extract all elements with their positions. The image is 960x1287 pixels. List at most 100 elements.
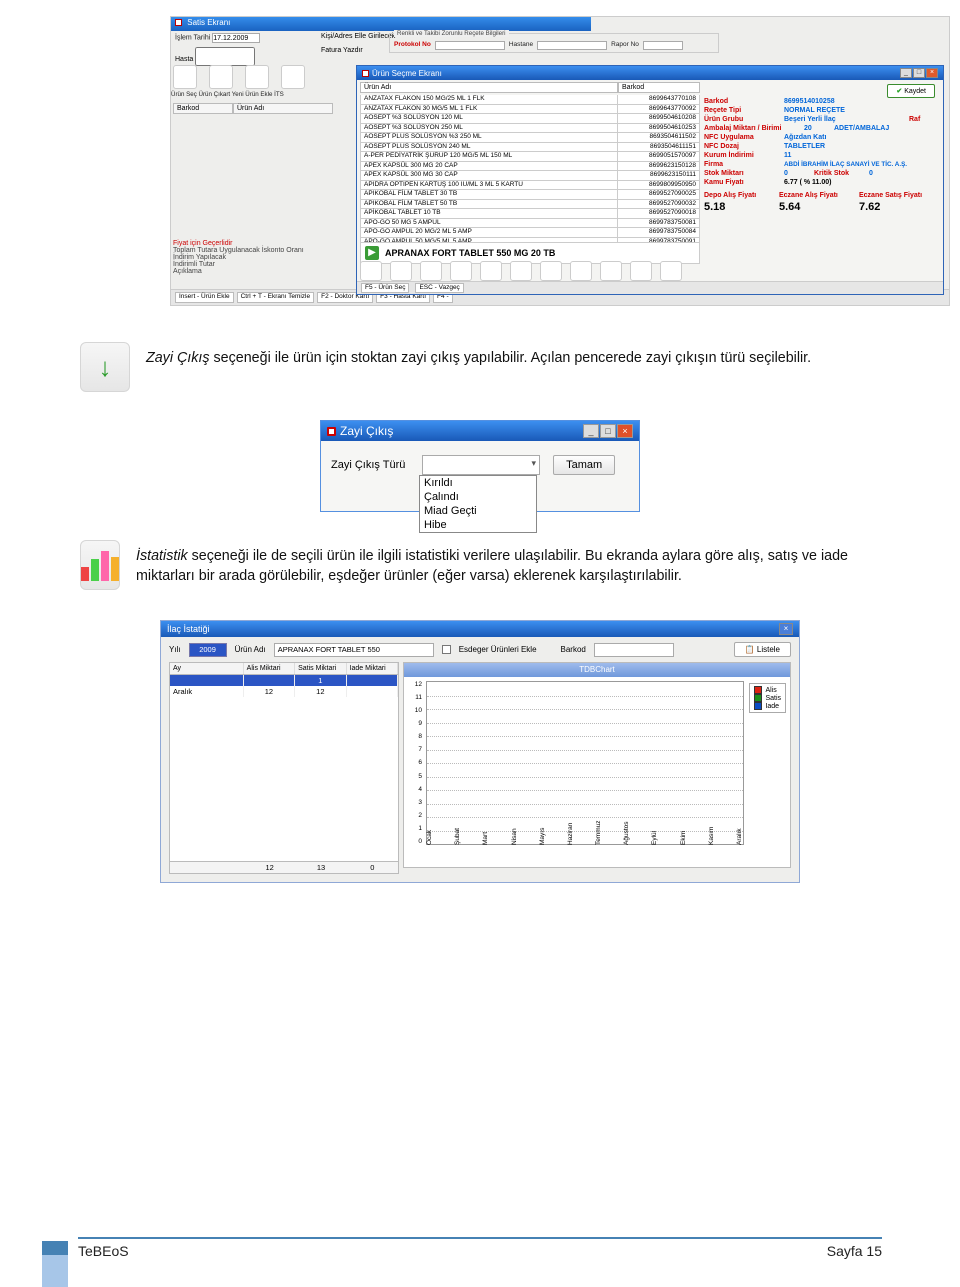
arrow-right-icon: ▶ [365,246,379,260]
maximize-icon[interactable]: □ [600,424,616,438]
eczane-satis-fiyati: 7.62 [859,201,880,213]
minimize-icon[interactable]: _ [900,68,912,78]
urun-adi-field[interactable]: APRANAX FORT TABLET 550 [274,643,434,657]
ilac-istatigi-titlebar: İlaç İstatiği × [161,621,799,637]
table-row: 1 [170,675,398,686]
list-item[interactable]: ANZATAX FLAKON 30 MG/5 ML 1 FLK869964377… [360,105,700,115]
urun-cikart-icon[interactable] [209,65,233,89]
esdeger-checkbox[interactable] [442,645,451,654]
islem-tarihi-input[interactable] [212,33,260,43]
tool-icon-1[interactable] [360,261,382,281]
kaydet-button[interactable]: ✔Kaydet [887,84,935,98]
list-item[interactable]: AOSEPT %3 SOLÜSYON 120 ML8699504610208 [360,114,700,124]
urun-detail-panel: Barkod8699514010258 Reçete TipiNORMAL RE… [700,95,943,263]
sales-toolbar [173,65,305,89]
y-axis-ticks: 1211109876543210 [406,681,422,845]
tool-icon-6[interactable] [510,261,532,281]
footer-decor [42,1255,68,1287]
kisi-adres-check: Kişi/Adres Elle Girilecek [321,33,395,40]
list-item[interactable]: APIKOBAL FİLM TABLET 50 TB8699527090032 [360,200,700,210]
footer-page: Sayfa 15 [827,1243,882,1259]
paragraph-zayi: Zayi Çıkış seçeneği ile ürün için stokta… [146,348,811,392]
zayi-turu-dropdown[interactable] [422,455,540,475]
protokol-input[interactable] [435,41,505,50]
dropdown-list[interactable]: Kırıldı Çalındı Miad Geçti Hibe [419,475,537,533]
list-item[interactable]: APEX KAPSÜL 300 MG 20 CAP8699623150128 [360,162,700,172]
listele-button[interactable]: 📋 Listele [734,642,791,657]
its-icon[interactable] [281,65,305,89]
dialog-titlebar: Zayi Çıkış _ □ × [321,421,639,441]
barkod-field[interactable] [594,643,674,657]
list-item[interactable]: APEX KAPSÜL 300 MG 30 CAP8699623150111 [360,171,700,181]
close-icon[interactable]: × [617,424,633,438]
close-icon[interactable]: × [779,623,793,635]
ilac-istatigi-window: İlaç İstatiği × Yılı 2009 Ürün Adı APRAN… [160,620,800,883]
recete-group: Renkli ve Takibi Zorunlu Reçete Bilgiler… [389,33,719,53]
screenshot-urun-secme: Satis Ekranı İşlem Tarihi Hasta Kişi/Adr… [170,16,950,306]
close-icon[interactable]: × [926,68,938,78]
usec-toolbar [360,261,682,281]
list-item[interactable]: AOSEPT PLUS SOLÜSYON 240 ML8693504611151 [360,143,700,153]
plot-area [426,681,744,845]
urun-secme-titlebar: Ürün Seçme Ekranı _ □ × [357,66,943,80]
list-item[interactable]: APO-GO AMPUL 20 MG/2 ML 5 AMP86997837500… [360,228,700,238]
eczane-alis-fiyati: 5.64 [779,201,859,213]
zayi-turu-label: Zayi Çıkış Türü [331,459,419,471]
minimize-icon[interactable]: _ [583,424,599,438]
stat-table: Ay Alis Miktari Satis Miktari Iade Mikta… [169,662,399,874]
tool-icon-7[interactable] [540,261,562,281]
paragraph-istatistik: İstatistik seçeneği ile de seçili ürün i… [136,546,880,590]
list-item[interactable]: AOSEPT PLUS SOLÜSYON %3 250 ML8693504611… [360,133,700,143]
chart: TDBChart 1211109876543210 Alis Satis Iad… [403,662,791,868]
footer-decor [42,1241,68,1255]
list-item[interactable]: APİKOBAL TABLET 10 TB8699527090018 [360,209,700,219]
hastane-input[interactable] [537,41,607,50]
list-item[interactable]: APIKOBAL FİLM TABLET 30 TB8699527090025 [360,190,700,200]
urun-secme-window: Ürün Seçme Ekranı _ □ × ✔Kaydet Ürün Adı… [356,65,944,295]
tool-icon-5[interactable] [480,261,502,281]
tool-icon-8[interactable] [570,261,592,281]
chart-legend: Alis Satis Iade [749,683,786,713]
hasta-input[interactable] [195,47,255,66]
list-item[interactable]: AOSEPT %3 SOLÜSYON 250 ML8699504610253 [360,124,700,134]
urun-list[interactable]: ANZATAX FLAKON 150 MG/25 ML 1 FLK8699643… [360,95,700,263]
yeni-urun-ekle-icon[interactable] [245,65,269,89]
check-icon: ✔ [896,88,902,95]
usec-statusbar: F5 - Ürün Seç ESC - Vazgeç [357,281,943,294]
list-item[interactable]: ANZATAX FLAKON 150 MG/25 ML 1 FLK8699643… [360,95,700,105]
usec-columns: Ürün Adı Barkod [357,80,943,95]
dropdown-opt[interactable]: Hibe [420,518,536,532]
sales-title-text: Satis Ekranı [187,18,230,27]
depo-alis-fiyati: 5.18 [704,201,779,213]
tool-icon-11[interactable] [660,261,682,281]
yil-field[interactable]: 2009 [189,643,227,657]
list-item[interactable]: A-PER PEDİYATRİK ŞURUP 120 MG/5 ML 150 M… [360,152,700,162]
tool-barcode-icon[interactable] [450,261,472,281]
sales-islem-tarihi: İşlem Tarihi [175,33,260,43]
app-logo-icon [327,427,336,436]
maximize-icon[interactable]: □ [913,68,925,78]
dropdown-opt[interactable]: Çalındı [420,490,536,504]
rapor-input[interactable] [643,41,683,50]
list-item[interactable]: APIDRA OPTIPEN KARTUŞ 100 IU/ML 3 ML 5 K… [360,181,700,191]
tool-icon-3[interactable] [420,261,442,281]
zayi-cikis-icon [80,342,130,392]
list-item[interactable]: APO-GO 50 MG 5 AMPUL8699783750081 [360,219,700,229]
urun-sec-icon[interactable] [173,65,197,89]
sales-hasta: Hasta [175,47,255,66]
istatistik-icon [80,540,120,590]
sales-col-headers: Barkod Ürün Adı [173,103,333,114]
tool-icon-9[interactable] [600,261,622,281]
zayi-cikis-dialog: Zayi Çıkış _ □ × Zayi Çıkış Türü Tamam K… [320,420,640,512]
sales-notes: Fiyat için Geçerlidir Toplam Tutara Uygu… [173,240,304,275]
app-logo-icon [362,70,369,77]
sales-title: Satis Ekranı [171,17,591,31]
tool-icon-2[interactable] [390,261,412,281]
dropdown-opt[interactable]: Kırıldı [420,476,536,490]
footer: TeBEoS Sayfa 15 [78,1237,882,1259]
tool-icon-10[interactable] [630,261,652,281]
stat-toolbar: Yılı 2009 Ürün Adı APRANAX FORT TABLET 5… [161,637,799,662]
table-row: Aralık1212 [170,686,398,697]
dropdown-opt[interactable]: Miad Geçti [420,504,536,518]
tamam-button[interactable]: Tamam [553,455,615,475]
